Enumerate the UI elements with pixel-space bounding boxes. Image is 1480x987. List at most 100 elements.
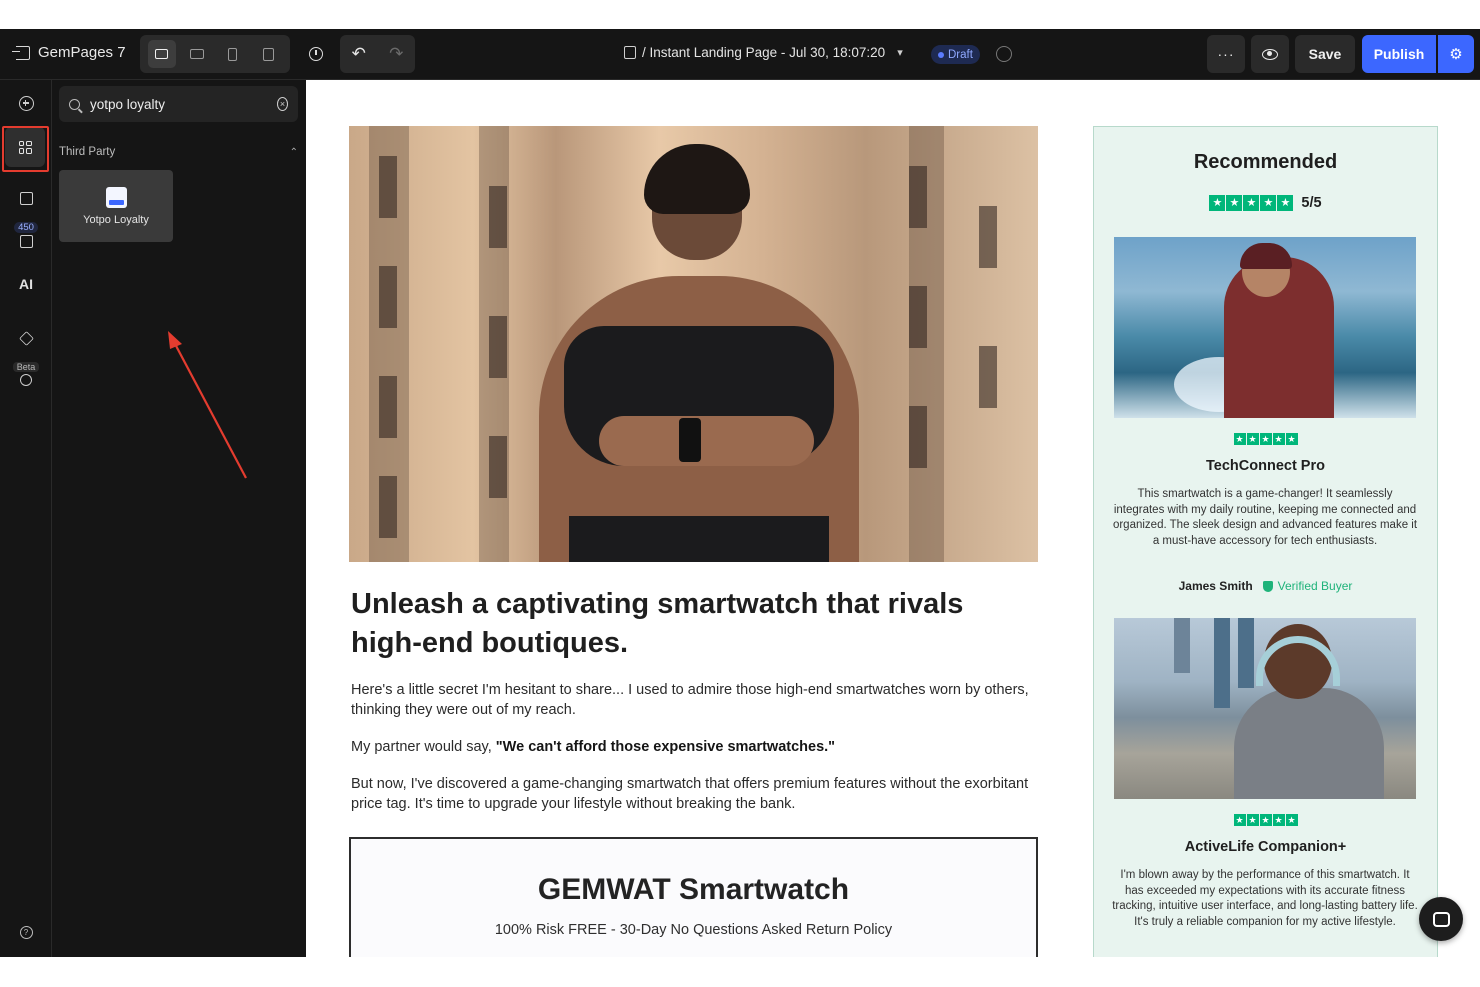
clear-search-icon[interactable]: ×	[277, 97, 288, 111]
paragraph-2-text: My partner would say,	[351, 739, 496, 755]
status-badge: Draft	[931, 45, 980, 64]
desktop-icon	[155, 49, 169, 59]
review-1-text: This smartwatch is a game-changer! It se…	[1112, 488, 1418, 547]
recommended-section[interactable]: Recommended ★ ★ ★ ★ ★ 5/5 ★ ★ ★ ★ ★ Tech…	[1093, 126, 1438, 957]
rating-stars: ★ ★ ★ ★ ★	[1209, 195, 1294, 211]
redo-icon: ↷	[389, 44, 404, 63]
star-icon: ★	[1246, 814, 1259, 826]
star-icon: ★	[1209, 195, 1226, 211]
review-2-title: ActiveLife Companion+	[1184, 839, 1347, 855]
help-button[interactable]: ?	[0, 926, 52, 939]
logo[interactable]: GemPages 7	[12, 44, 126, 61]
status-dot-icon	[938, 51, 944, 58]
annotation-arrow	[168, 331, 247, 479]
publish-button[interactable]: Publish	[1362, 35, 1436, 73]
star-icon: ★	[1233, 433, 1246, 445]
recommended-title: Recommended	[1193, 151, 1338, 173]
pages-icon	[19, 192, 33, 205]
star-icon: ★	[1272, 433, 1285, 445]
left-rail: 450 AI Beta ?	[0, 80, 52, 957]
tablet-landscape-view-button[interactable]	[183, 40, 211, 68]
hero-image[interactable]	[349, 126, 1038, 562]
star-icon: ★	[1233, 814, 1246, 826]
yotpo-icon	[105, 186, 127, 208]
paragraph-1[interactable]: Here's a little secret I'm hesitant to s…	[351, 681, 1041, 720]
mobile-icon	[228, 47, 238, 61]
more-icon: ···	[1217, 46, 1235, 62]
ai-icon: AI	[19, 276, 33, 292]
pages-button[interactable]	[0, 192, 52, 205]
page-title-dropdown[interactable]: / Instant Landing Page - Jul 30, 18:07:2…	[624, 45, 903, 60]
undo-button[interactable]: ↶	[340, 35, 378, 73]
fullscreen-icon	[262, 47, 274, 61]
paragraph-2[interactable]: My partner would say, "We can't afford t…	[351, 738, 1041, 758]
product-title: GEMWAT Smartwatch	[537, 873, 850, 906]
smartwatch-image	[679, 418, 701, 462]
help-icon: ?	[19, 926, 33, 939]
shield-check-icon	[1262, 580, 1273, 592]
product-subtitle: 100% Risk FREE - 30-Day No Questions Ask…	[494, 922, 893, 938]
star-icon: ★	[1277, 195, 1294, 211]
chat-icon	[1432, 911, 1450, 927]
redo-button[interactable]: ↷	[378, 35, 416, 73]
review-1-stars: ★ ★ ★ ★ ★	[1094, 433, 1437, 445]
layers-button[interactable]	[0, 331, 52, 346]
review-image-1	[1114, 237, 1416, 418]
count-badge: 450	[14, 222, 38, 233]
section-header[interactable]: Third Party ⌃	[59, 146, 298, 158]
top-bar: GemPages 7 ↶ ↷ / Instant Landing Page - …	[0, 29, 1480, 80]
author-name: James Smith	[1178, 579, 1253, 593]
preview-button[interactable]	[1251, 35, 1289, 73]
globe-icon[interactable]	[996, 46, 1012, 62]
target-icon	[20, 374, 32, 386]
clock-icon	[309, 47, 323, 61]
publish-settings-button[interactable]: ⚙	[1438, 35, 1474, 73]
review-2-text: I'm blown away by the performance of thi…	[1112, 869, 1418, 928]
section-title: Third Party	[59, 146, 116, 158]
ai-button[interactable]: AI	[0, 276, 52, 292]
product-section[interactable]: GEMWAT Smartwatch 100% Risk FREE - 30-Da…	[349, 837, 1038, 957]
add-section-button[interactable]	[0, 96, 52, 111]
desktop-view-button[interactable]	[147, 40, 176, 68]
gear-icon: ⚙	[1449, 46, 1463, 63]
chat-support-button[interactable]	[1419, 897, 1463, 941]
overall-rating: ★ ★ ★ ★ ★ 5/5	[1094, 195, 1437, 211]
star-icon: ★	[1243, 195, 1260, 211]
templates-button[interactable]: 450	[0, 222, 52, 248]
page-headline[interactable]: Unleash a captivating smartwatch that ri…	[351, 585, 1041, 663]
tablet-landscape-icon	[190, 49, 205, 59]
search-input[interactable]	[90, 96, 267, 112]
chevron-up-icon: ⌃	[289, 146, 298, 158]
search-icon	[69, 98, 80, 110]
star-icon: ★	[1260, 195, 1277, 211]
review-2-stars: ★ ★ ★ ★ ★	[1094, 814, 1437, 826]
beta-label: Beta	[12, 362, 40, 372]
mobile-view-button[interactable]	[219, 40, 247, 68]
search-box: ×	[59, 86, 298, 122]
page-icon	[624, 46, 636, 59]
undo-redo-group: ↶ ↷	[340, 35, 415, 73]
review-1-author: James Smith Verified Buyer	[1094, 579, 1437, 593]
paragraph-3[interactable]: But now, I've discovered a game-changing…	[351, 775, 1041, 814]
star-icon: ★	[1259, 433, 1272, 445]
page-canvas: Unleash a captivating smartwatch that ri…	[306, 80, 1480, 957]
fullscreen-view-button[interactable]	[254, 40, 282, 68]
editor-app: GemPages 7 ↶ ↷ / Instant Landing Page - …	[0, 29, 1480, 957]
save-button[interactable]: Save	[1295, 35, 1355, 73]
verified-label: Verified Buyer	[1277, 579, 1353, 593]
beta-feature-button[interactable]: Beta	[0, 362, 52, 386]
layers-icon	[18, 331, 34, 346]
star-icon: ★	[1272, 814, 1285, 826]
device-switcher	[140, 35, 290, 73]
history-button[interactable]	[302, 40, 330, 68]
star-icon: ★	[1285, 433, 1298, 445]
logo-text: GemPages 7	[38, 44, 126, 61]
star-icon: ★	[1285, 814, 1298, 826]
exit-icon[interactable]	[12, 45, 30, 60]
undo-icon: ↶	[351, 44, 366, 63]
star-icon: ★	[1259, 814, 1272, 826]
rating-text: 5/5	[1301, 195, 1322, 211]
element-tile-yotpo-loyalty[interactable]: Yotpo Loyalty	[59, 170, 173, 242]
status-badge-label: Draft	[948, 48, 973, 61]
more-options-button[interactable]: ···	[1207, 35, 1245, 73]
